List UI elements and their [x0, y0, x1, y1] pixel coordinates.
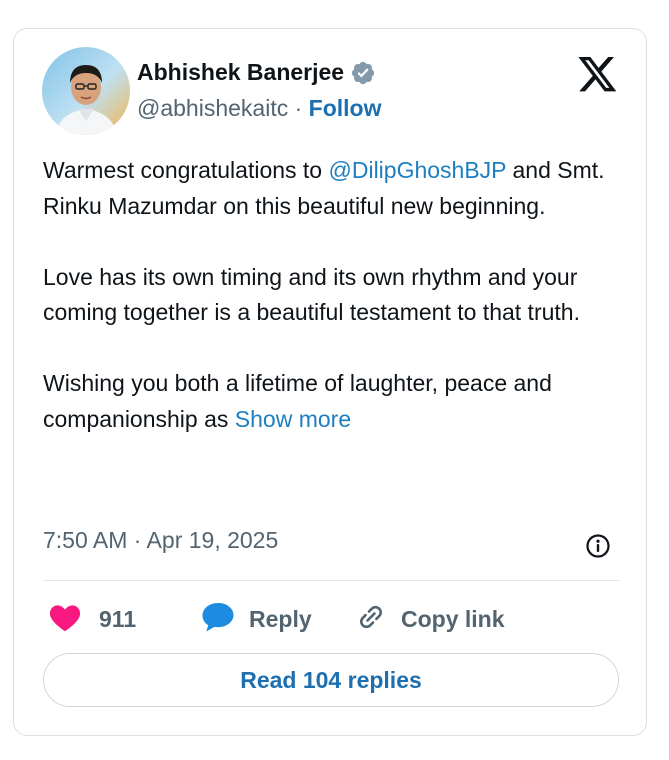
tweet-body: Warmest congratulations to @DilipGhoshBJ…: [43, 153, 618, 437]
read-replies-button[interactable]: Read 104 replies: [43, 653, 619, 707]
author-name[interactable]: Abhishek Banerjee: [137, 59, 344, 86]
avatar[interactable]: [42, 47, 130, 135]
author-handle[interactable]: @abhishekaitc: [137, 95, 288, 121]
tweet-card: Abhishek Banerjee @abhishekaitc · Follow…: [13, 28, 647, 736]
heart-icon: [49, 602, 81, 637]
tweet-paragraph-3: Wishing you both a lifetime of laughter,…: [43, 366, 618, 437]
info-icon[interactable]: [585, 533, 611, 559]
reply-button[interactable]: Reply: [201, 599, 312, 639]
tweet-text-segment: Warmest congratulations to: [43, 157, 329, 183]
follow-button[interactable]: Follow: [309, 95, 382, 121]
author-name-row: Abhishek Banerjee: [137, 59, 376, 86]
copy-link-label: Copy link: [401, 605, 505, 632]
like-count: 911: [99, 605, 137, 632]
mention-link[interactable]: @DilipGhoshBJP: [329, 157, 507, 183]
like-button[interactable]: 911: [49, 599, 136, 639]
separator-dot: ·: [294, 95, 309, 121]
copy-link-button[interactable]: Copy link: [355, 599, 505, 639]
reply-label: Reply: [249, 605, 312, 632]
show-more-link[interactable]: Show more: [235, 406, 351, 432]
reply-bubble-icon: [201, 601, 235, 638]
tweet-paragraph-2: Love has its own timing and its own rhyt…: [43, 263, 580, 326]
action-bar: 911 Reply Copy link: [43, 599, 619, 639]
tweet-timestamp[interactable]: 7:50 AM · Apr 19, 2025: [43, 527, 278, 554]
verified-badge-icon: [350, 60, 376, 86]
divider: [43, 580, 619, 581]
tweet-paragraph-1: Warmest congratulations to @DilipGhoshBJ…: [43, 153, 618, 224]
author-handle-row: @abhishekaitc · Follow: [137, 95, 382, 122]
link-icon: [355, 601, 387, 638]
x-logo-icon[interactable]: [578, 57, 618, 93]
